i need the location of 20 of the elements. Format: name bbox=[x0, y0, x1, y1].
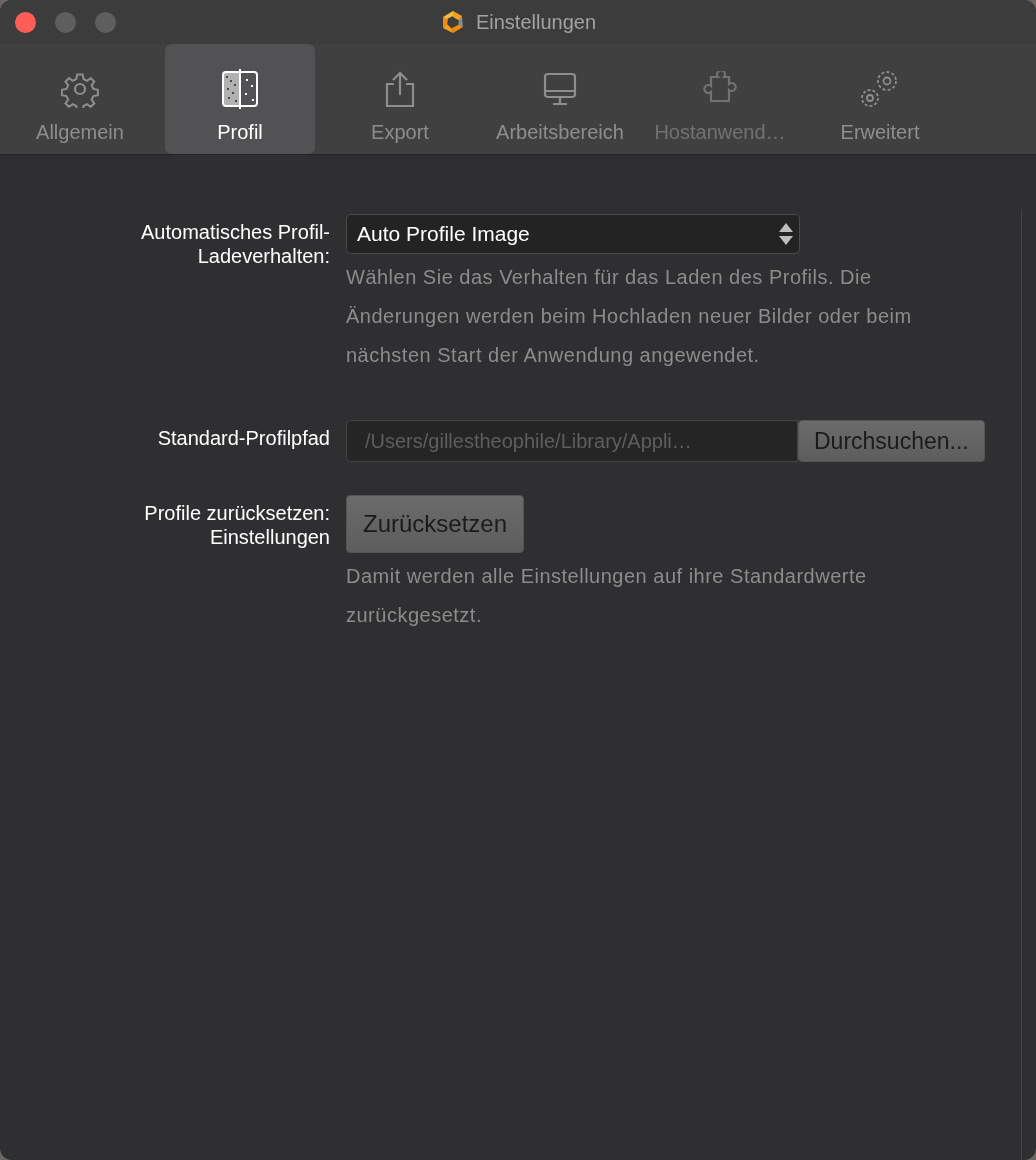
minimize-button[interactable] bbox=[55, 11, 76, 33]
monitor-icon bbox=[542, 71, 578, 107]
updown-arrows-icon bbox=[777, 221, 795, 247]
close-button[interactable] bbox=[15, 11, 36, 33]
setting-label: Automatisches Profil-Ladeverhalten: bbox=[140, 220, 330, 269]
profile-icon bbox=[221, 69, 259, 109]
description: Wählen Sie das Verhalten für das Laden des Profils. Die Änderungen werden beim Hochladen neuer Bilder oder beim nächsten Start der Anwendung angewendet. bbox=[346, 265, 913, 368]
reset-button[interactable]: Zurücksetzen bbox=[346, 495, 525, 553]
tab[interactable]: Export bbox=[325, 44, 475, 154]
window-title: Einstellungen bbox=[475, 10, 597, 34]
dropdown[interactable]: Auto Profile Image bbox=[346, 214, 800, 254]
description: Damit werden alle Einstellungen auf ihre Standardwerte zurückgesetzt. bbox=[346, 564, 868, 628]
tab[interactable]: Erweitert bbox=[805, 44, 955, 154]
setting-label: Profile zurücksetzen: Einstellungen bbox=[143, 501, 330, 550]
tab[interactable]: Arbeitsbereich bbox=[485, 44, 635, 154]
share-icon bbox=[384, 70, 416, 108]
setting-label: Standard-Profilpfad bbox=[156, 426, 330, 451]
zoom-button[interactable] bbox=[95, 11, 116, 33]
tab[interactable]: Allgemein bbox=[5, 44, 155, 154]
tab[interactable]: Profil bbox=[165, 44, 315, 154]
